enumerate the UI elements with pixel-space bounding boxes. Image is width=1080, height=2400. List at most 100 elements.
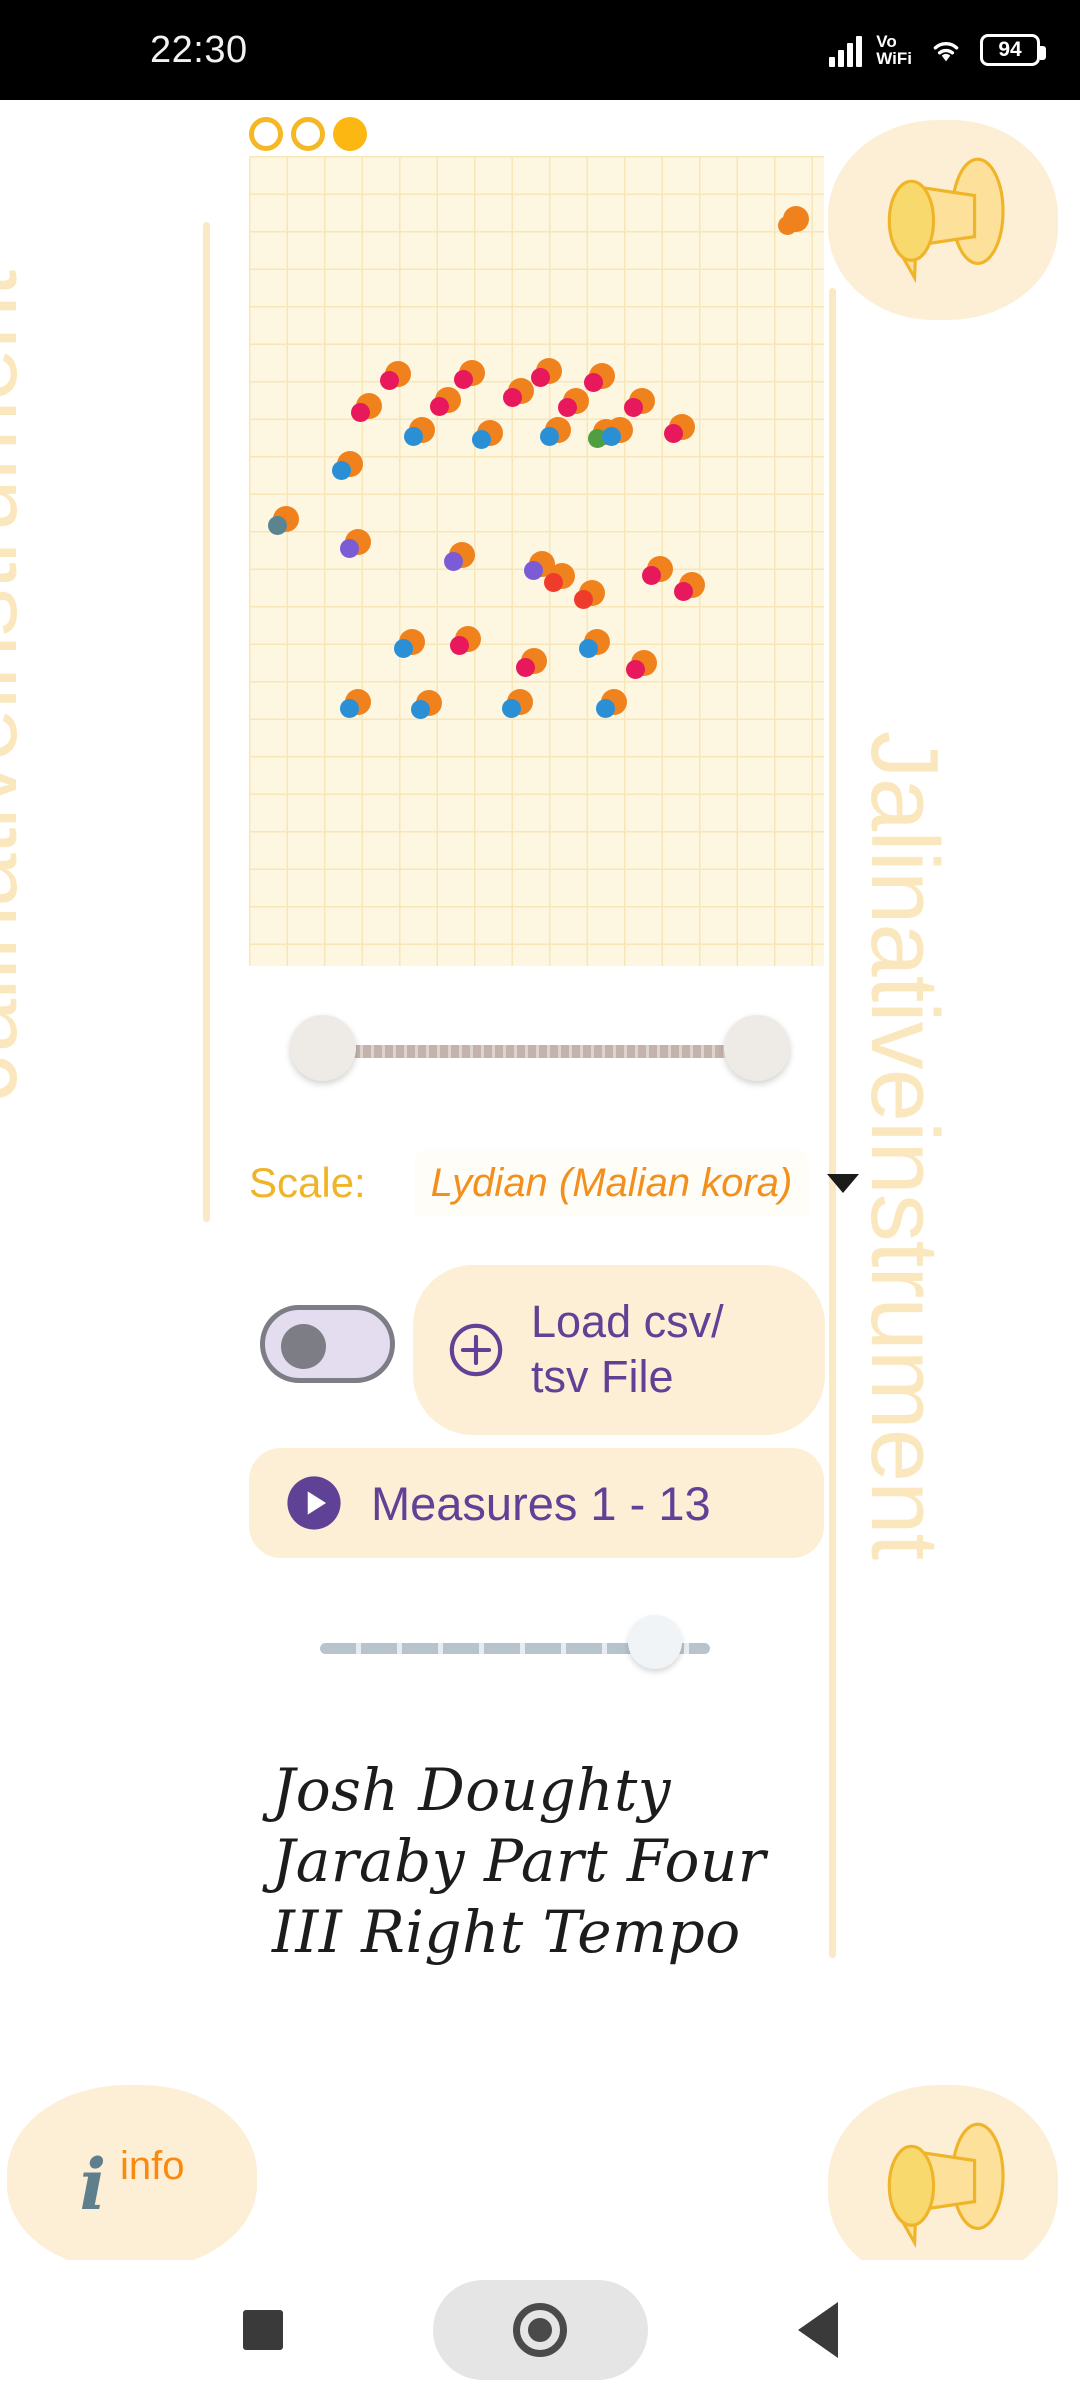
mode-toggle[interactable]: [260, 1305, 395, 1383]
scale-label: Scale:: [249, 1159, 366, 1206]
note-point[interactable]: [444, 542, 475, 571]
kora-instrument-icon-bottom[interactable]: [828, 2085, 1058, 2285]
note-point-inner: [430, 397, 449, 416]
note-point[interactable]: [531, 358, 562, 387]
note-point-inner: [531, 368, 550, 387]
vowifi-line2: WiFi: [876, 49, 912, 68]
note-point[interactable]: [404, 417, 435, 446]
note-point-inner: [503, 388, 522, 407]
chevron-down-icon[interactable]: [827, 1173, 859, 1193]
battery-icon: 94: [980, 34, 1046, 66]
note-point[interactable]: [584, 363, 615, 392]
note-point[interactable]: [602, 417, 633, 446]
note-point-inner: [340, 539, 359, 558]
note-point-inner: [454, 370, 473, 389]
note-point-inner: [674, 582, 693, 601]
credits-movement: III Right Tempo: [272, 1897, 741, 1966]
note-point[interactable]: [502, 689, 533, 718]
note-point[interactable]: [596, 689, 627, 718]
range-slider-thumb-high[interactable]: [724, 1015, 790, 1081]
indicator-dot-2[interactable]: [291, 117, 325, 151]
note-point[interactable]: [579, 629, 610, 658]
note-point-inner: [516, 658, 535, 677]
note-point[interactable]: [340, 529, 371, 558]
credits-piece: Jaraby Part Four: [272, 1826, 767, 1895]
note-point[interactable]: [380, 361, 411, 390]
info-italic-icon: i: [79, 2142, 107, 2226]
note-point[interactable]: [454, 360, 485, 389]
note-point-inner: [602, 427, 621, 446]
plus-circle-icon: [449, 1323, 503, 1377]
tempo-slider[interactable]: [300, 1615, 730, 1685]
scale-select[interactable]: Lydian (Malian kora): [414, 1149, 809, 1217]
note-point[interactable]: [351, 393, 382, 422]
load-csv-label-line1: Load csv/: [531, 1296, 724, 1348]
note-point-inner: [626, 660, 645, 679]
square-recents-icon[interactable]: [242, 2310, 283, 2350]
note-point[interactable]: [642, 556, 673, 585]
note-point[interactable]: [516, 648, 547, 677]
watermark-title-right: Jalinativeinstrument: [851, 730, 959, 1560]
back-triangle-icon[interactable]: [797, 2302, 838, 2358]
tempo-slider-thumb[interactable]: [628, 1615, 683, 1669]
kora-instrument-icon: [887, 2122, 1005, 2249]
note-point-inner: [502, 699, 521, 718]
measure-range-slider[interactable]: [290, 1015, 790, 1085]
note-point[interactable]: [394, 629, 425, 658]
note-point-inner: [584, 373, 603, 392]
wifi-icon: [933, 41, 959, 62]
note-point-inner: [524, 561, 543, 580]
indicator-dot-3[interactable]: [333, 117, 367, 151]
load-csv-label-line2: tsv File: [531, 1351, 674, 1402]
watermark-title-left: Jalinativeinstrument: [0, 270, 38, 1100]
note-point[interactable]: [340, 689, 371, 718]
note-point[interactable]: [472, 420, 503, 449]
note-point[interactable]: [778, 206, 809, 235]
note-point-inner: [558, 398, 577, 417]
note-point[interactable]: [664, 414, 695, 443]
status-bar: 22:30 Vo WiFi 94: [0, 0, 1080, 100]
indicator-dot-1[interactable]: [249, 117, 283, 151]
note-point[interactable]: [558, 388, 589, 417]
load-row: Load csv/ tsv File: [249, 1265, 825, 1435]
note-point[interactable]: [332, 451, 363, 480]
kora-instrument-icon-top[interactable]: [828, 120, 1058, 320]
note-point[interactable]: [540, 417, 571, 446]
note-point-inner: [544, 573, 563, 592]
note-point-inner: [540, 427, 559, 446]
divider-left: [203, 222, 210, 1222]
load-csv-button[interactable]: Load csv/ tsv File: [413, 1265, 825, 1435]
status-icons: Vo WiFi 94: [829, 33, 1046, 68]
note-point-inner: [472, 430, 491, 449]
range-slider-track[interactable]: [330, 1045, 750, 1058]
note-point-inner: [411, 700, 430, 719]
credits-block: Josh Doughty Jaraby Part Four III Right …: [272, 1755, 832, 1967]
note-point[interactable]: [450, 626, 481, 655]
note-scatter-plot[interactable]: [249, 156, 824, 966]
note-point[interactable]: [411, 690, 442, 719]
credits-performer: Josh Doughty: [272, 1756, 672, 1824]
note-point[interactable]: [503, 378, 534, 407]
note-point[interactable]: [268, 506, 299, 535]
note-point[interactable]: [624, 388, 655, 417]
note-point[interactable]: [574, 580, 605, 609]
note-point-inner: [642, 566, 661, 585]
note-point-inner: [444, 552, 463, 571]
info-button[interactable]: i info: [7, 2085, 257, 2270]
note-point-inner: [268, 516, 287, 535]
note-point[interactable]: [544, 563, 575, 592]
mode-toggle-knob: [281, 1324, 326, 1369]
note-point-inner: [332, 461, 351, 480]
load-csv-label: Load csv/ tsv File: [531, 1295, 724, 1405]
note-point-inner: [579, 639, 598, 658]
note-point-inner: [380, 371, 399, 390]
note-point-inner: [624, 398, 643, 417]
note-point-inner: [404, 427, 423, 446]
home-circle-icon[interactable]: [432, 2280, 648, 2380]
note-point-inner: [340, 699, 359, 718]
range-slider-thumb-low[interactable]: [290, 1015, 356, 1081]
note-point[interactable]: [674, 572, 705, 601]
measures-play-button[interactable]: Measures 1 - 13: [249, 1448, 824, 1558]
note-point[interactable]: [626, 650, 657, 679]
note-point[interactable]: [430, 387, 461, 416]
